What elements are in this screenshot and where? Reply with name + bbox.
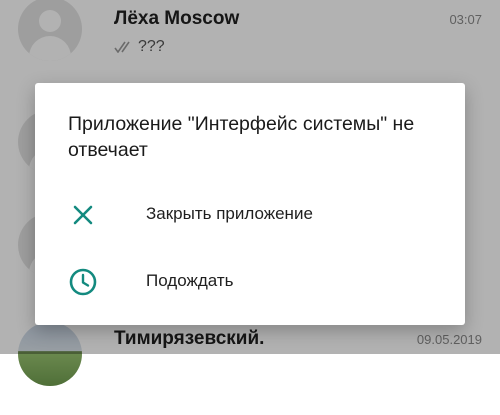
close-icon (73, 205, 93, 225)
wait-button[interactable]: Подождать (35, 251, 465, 311)
close-app-button[interactable]: Закрыть приложение (35, 184, 465, 244)
close-app-label: Закрыть приложение (146, 204, 313, 223)
wait-label: Подождать (146, 271, 234, 290)
clock-icon (69, 268, 97, 296)
app-not-responding-dialog: Приложение "Интерфейс системы" не отвеча… (35, 83, 465, 325)
dialog-title: Приложение "Интерфейс системы" не отвеча… (68, 113, 415, 161)
